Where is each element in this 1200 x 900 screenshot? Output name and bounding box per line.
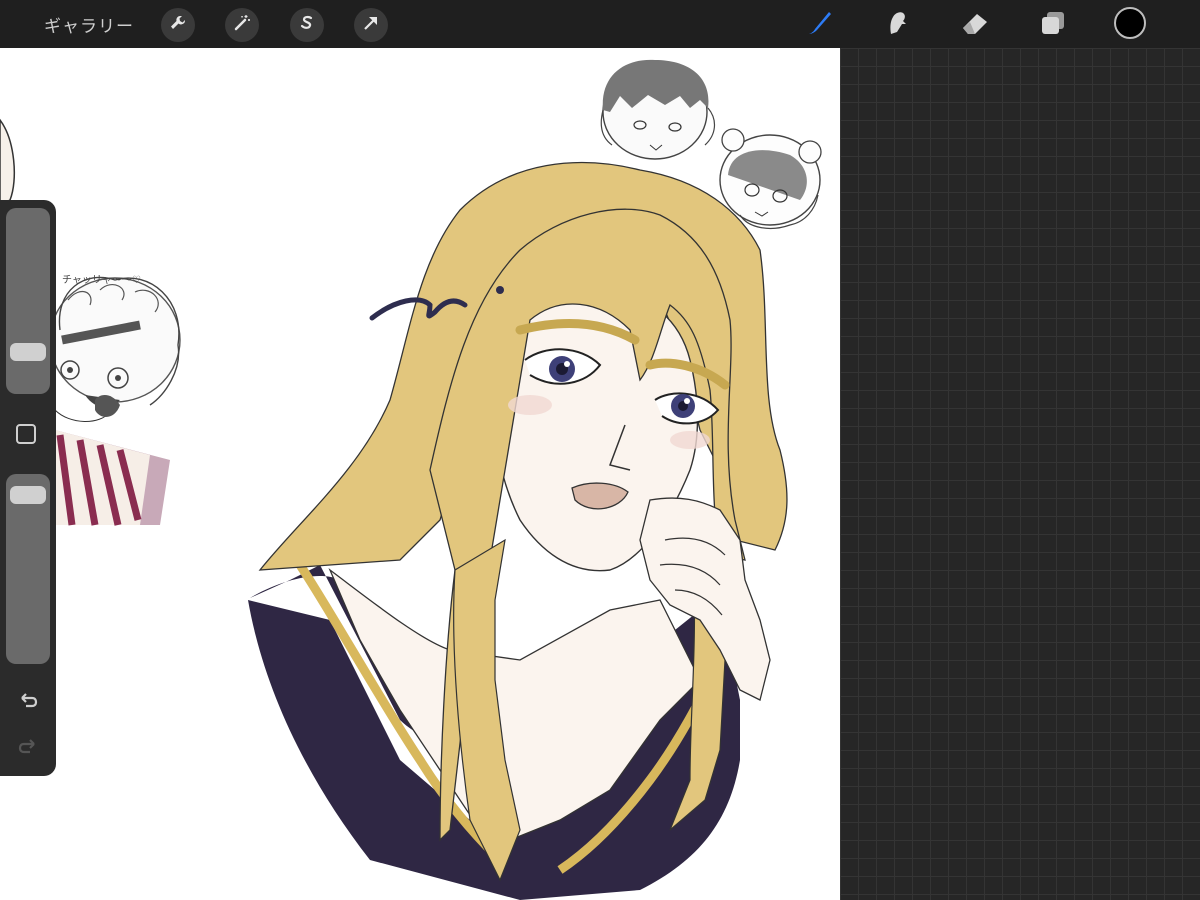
wrench-icon bbox=[168, 13, 188, 37]
partial-sketch-edge bbox=[0, 118, 16, 206]
layers-icon bbox=[1038, 8, 1068, 42]
eraser-tool[interactable] bbox=[958, 8, 992, 42]
brush-icon bbox=[805, 8, 835, 42]
sketch-curly-character: チャッリャ〜〜♡ bbox=[49, 274, 181, 526]
actions-button[interactable] bbox=[161, 8, 195, 42]
brush-size-handle[interactable] bbox=[10, 343, 46, 362]
layers-tool[interactable] bbox=[1036, 8, 1070, 42]
main-character-illustration bbox=[248, 161, 788, 900]
workspace-background bbox=[840, 48, 1200, 900]
undo-arrow-icon[interactable] bbox=[16, 688, 40, 712]
top-toolbar: ギャラリー bbox=[0, 0, 1200, 48]
smudge-tool[interactable] bbox=[880, 8, 914, 42]
modify-button[interactable] bbox=[16, 424, 36, 444]
redo-arrow-icon[interactable] bbox=[16, 734, 40, 758]
transform-button[interactable] bbox=[354, 8, 388, 42]
drawing-canvas[interactable]: チャッリャ〜〜♡ bbox=[0, 48, 840, 900]
brush-size-slider[interactable] bbox=[6, 208, 50, 394]
gallery-button[interactable]: ギャラリー bbox=[44, 12, 134, 37]
brush-tool[interactable] bbox=[803, 8, 837, 42]
smudge-icon bbox=[882, 8, 912, 42]
selection-button[interactable] bbox=[290, 8, 324, 42]
color-picker-button[interactable] bbox=[1114, 7, 1146, 39]
selection-s-icon bbox=[297, 13, 317, 37]
sidebar-panel bbox=[0, 200, 56, 776]
artwork: チャッリャ〜〜♡ bbox=[0, 59, 822, 900]
adjustments-button[interactable] bbox=[225, 8, 259, 42]
eraser-icon bbox=[960, 8, 990, 42]
opacity-handle[interactable] bbox=[10, 486, 46, 505]
magic-wand-icon bbox=[232, 13, 252, 37]
transform-arrow-icon bbox=[361, 13, 381, 37]
opacity-slider[interactable] bbox=[6, 474, 50, 664]
sketch-annotation-text: チャッリャ〜〜♡ bbox=[62, 274, 141, 286]
